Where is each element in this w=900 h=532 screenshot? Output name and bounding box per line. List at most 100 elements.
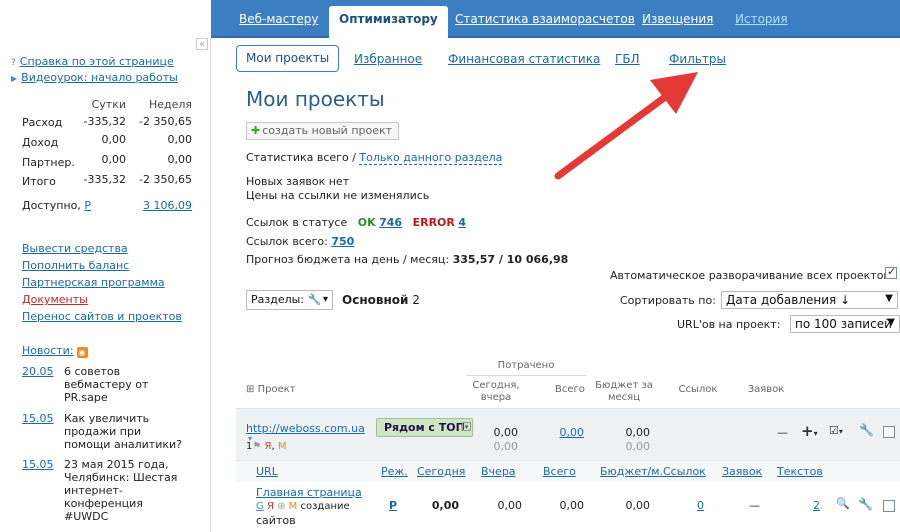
project-status-badge: Рядом с ТОП xyxy=(376,418,473,437)
url-checkbox[interactable] xyxy=(883,500,895,512)
partner-week: 0,00 xyxy=(167,153,193,166)
partner-day: 0,00 xyxy=(101,153,127,166)
url-links[interactable]: 0 xyxy=(690,499,704,512)
rss-icon[interactable]: ◉ xyxy=(76,347,88,358)
tab-optimizer[interactable]: Оптимизатору xyxy=(329,6,448,38)
url-budget: 0,00 xyxy=(625,499,651,512)
col-requests-header: Заявок xyxy=(747,384,785,395)
news-date-3[interactable]: 15.05 xyxy=(22,458,54,471)
url-main-page-link[interactable]: Главная страница xyxy=(256,486,362,499)
transfer-sites-link[interactable]: Перенос сайтов и проектов xyxy=(22,310,182,323)
stats-scope: Статистика всего / Только данного раздел… xyxy=(246,151,503,165)
collapse-sidebar-icon[interactable]: « xyxy=(196,38,208,50)
project-today: 0,00 xyxy=(493,426,519,439)
tab-notifications[interactable]: Извещения xyxy=(642,12,713,26)
sections-current: Основной 2 xyxy=(342,293,420,307)
links-total: Ссылок всего: 750 xyxy=(246,235,355,248)
url-sub: сайтов xyxy=(256,514,296,527)
url-requests: — xyxy=(749,499,760,512)
prices-unchanged: Цены на ссылки не изменялись xyxy=(246,189,430,202)
checklist-icon[interactable]: ☑▾ xyxy=(829,424,843,437)
col-mode-header[interactable]: Реж. xyxy=(381,465,408,478)
col-total-sort[interactable]: Всего xyxy=(543,465,576,478)
video-link[interactable]: ▶ Видеоурок: начало работы xyxy=(11,71,178,84)
project-url-link[interactable]: http://weboss.com.ua xyxy=(246,422,365,435)
partner-program-link[interactable]: Партнерская программа xyxy=(22,276,165,289)
project-total[interactable]: 0,00 xyxy=(540,426,585,439)
url-settings-icon[interactable]: 🔧 xyxy=(858,497,873,511)
col-today-sort[interactable]: Сегодня xyxy=(417,465,465,478)
expense-week: -2 350,65 xyxy=(139,115,192,128)
income-day: 0,00 xyxy=(101,133,127,146)
project-budget: 0,00 xyxy=(625,426,651,439)
news-item-2[interactable]: Как увеличить продажи при помощи аналитики… xyxy=(64,412,182,451)
plus-icon: ✚ xyxy=(251,124,261,137)
income-week: 0,00 xyxy=(167,133,193,146)
news-heading[interactable]: Новости: ◉ xyxy=(22,344,88,358)
income-label: Доход xyxy=(22,136,59,149)
links-status: Ссылок в статусе OK 746 ERROR 4 xyxy=(246,216,467,229)
project-settings-icon[interactable]: 🔧 xyxy=(859,423,874,437)
expand-all-icon[interactable]: ⊞ xyxy=(246,384,254,395)
col-day-header: Сутки xyxy=(91,98,126,111)
ok-count-link[interactable]: 746 xyxy=(379,216,402,229)
play-icon: ▶ xyxy=(11,74,18,83)
news-item-3[interactable]: 23 мая 2015 года, Челябинск: Шестая интерн… xyxy=(64,458,177,523)
no-new-requests: Новых заявок нет xyxy=(246,175,350,188)
links-total-link[interactable]: 750 xyxy=(331,235,354,248)
project-checkbox[interactable] xyxy=(883,426,895,438)
col-budget-sort[interactable]: Бюджет/м. xyxy=(600,465,663,478)
search-icon[interactable]: 🔍 xyxy=(836,497,850,510)
available-value[interactable]: 3 106,09 xyxy=(126,199,192,212)
news-date-2[interactable]: 15.05 xyxy=(22,412,54,425)
project-yesterday: 0,00 xyxy=(493,440,519,453)
spent-group-header: Потрачено xyxy=(497,360,555,371)
tab-settlement-stats[interactable]: Статистика взаиморасчетов xyxy=(455,12,635,26)
news-item-1[interactable]: 6 советов вебмастеру от PR.sape xyxy=(64,365,148,404)
error-count-link[interactable]: 4 xyxy=(458,216,466,229)
auto-expand-label: Автоматическое разворачивание всех проек… xyxy=(610,269,890,282)
project-requests: — xyxy=(777,426,788,439)
col-links-sort[interactable]: Ссылок xyxy=(663,465,706,478)
expense-label: Расход xyxy=(22,116,63,129)
project-budget-2: 0,00 xyxy=(625,440,651,453)
stats-section-link[interactable]: Только данного раздела xyxy=(359,151,503,165)
add-icon[interactable]: +▾ xyxy=(801,422,818,440)
total-label: Итого xyxy=(22,175,56,188)
urls-per-project-select[interactable]: по 100 записей ▼ xyxy=(790,315,900,333)
col-project-header[interactable]: ⊞ Проект xyxy=(246,384,296,396)
news-date-1[interactable]: 20.05 xyxy=(22,365,54,378)
create-project-button[interactable]: ✚ создать новый проект xyxy=(246,122,400,140)
project-meta: 1⚑ Я, М xyxy=(246,441,287,452)
urls-per-project-label: URL'ов на проект: xyxy=(677,318,781,331)
col-requests-sort[interactable]: Заявок xyxy=(722,465,762,478)
tab-history[interactable]: История xyxy=(735,12,788,26)
sort-label: Сортировать по: xyxy=(620,294,716,307)
subtab-my-projects[interactable]: Мои проекты xyxy=(236,45,340,72)
col-url-header[interactable]: URL xyxy=(256,465,278,478)
currency-link[interactable]: Р xyxy=(84,199,91,212)
help-link[interactable]: ? Справка по этой странице xyxy=(11,55,174,68)
page-title: Мои проекты xyxy=(246,87,385,111)
subtab-favorites[interactable]: Избранное xyxy=(354,52,422,66)
spent-group-line xyxy=(466,375,586,376)
col-total-header: Всего xyxy=(555,384,585,395)
col-today-header: Сегодня, вчера xyxy=(472,380,520,403)
url-mode[interactable]: Р xyxy=(389,499,397,512)
col-budget-header: Бюджет за месяц xyxy=(595,380,653,403)
auto-expand-checkbox[interactable] xyxy=(885,265,897,279)
documents-link[interactable]: Документы xyxy=(22,293,88,306)
col-links-header: Ссылок xyxy=(678,384,718,395)
wrench-icon: 🔧 xyxy=(307,293,322,306)
sort-select[interactable]: Дата добавления ↓ ▼ xyxy=(721,291,898,309)
col-texts-sort[interactable]: Текстов xyxy=(777,465,823,478)
withdraw-link[interactable]: Вывести средства xyxy=(22,242,128,255)
url-texts[interactable]: 2 xyxy=(806,499,820,512)
arrow-annotation-icon xyxy=(554,72,698,180)
sections-dropdown[interactable]: Разделы: 🔧 ▾ xyxy=(246,290,333,310)
col-yesterday-sort[interactable]: Вчера xyxy=(481,465,516,478)
url-meta: G Я ⊛ М создание xyxy=(256,501,350,512)
top-up-link[interactable]: Пополнить баланс xyxy=(22,259,129,272)
tab-webmaster[interactable]: Веб-мастеру xyxy=(239,12,318,26)
expense-day: -335,32 xyxy=(83,115,126,128)
